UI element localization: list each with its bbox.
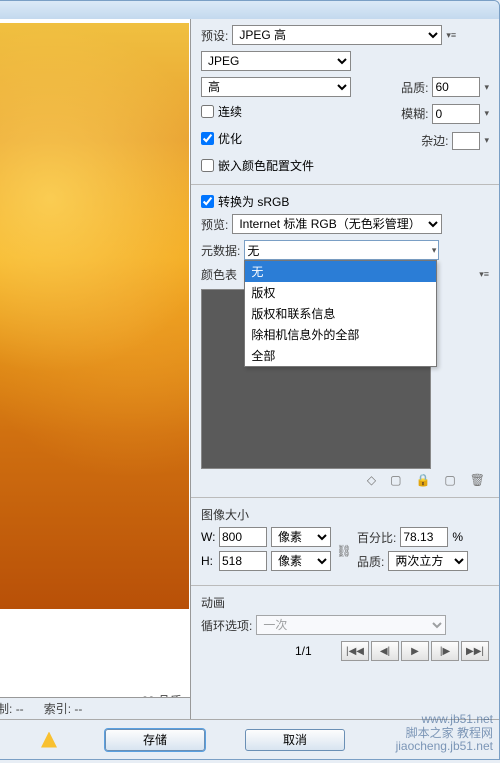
embed-profile-checkbox[interactable] (201, 159, 214, 172)
metadata-current: 无 (247, 242, 259, 259)
percent-label: 百分比: (357, 529, 396, 546)
percent-input[interactable] (400, 527, 448, 547)
prev-frame-button[interactable]: ◀| (371, 641, 399, 661)
play-button[interactable]: ▶ (401, 641, 429, 661)
metadata-option[interactable]: 无 (245, 261, 436, 282)
quality-label: 品质: (401, 79, 428, 96)
ct-lock-icon[interactable]: 🔒 (415, 473, 430, 487)
embed-profile-label: 嵌入颜色配置文件 (218, 157, 314, 174)
blur-label: 模糊: (401, 105, 428, 122)
titlebar (0, 1, 499, 19)
blur-stepper-icon[interactable]: ▾ (484, 108, 489, 119)
status-index-value: -- (74, 702, 82, 716)
chevron-down-icon: ▾ (432, 245, 437, 256)
ct-delete-icon[interactable]: 🗑 (470, 473, 485, 487)
percent-unit: % (452, 530, 463, 544)
quality-input[interactable] (432, 77, 480, 97)
watermark: www.jb51.net 脚本之家 教程网 jiaocheng.jb51.net (396, 713, 493, 753)
status-index-label: 索引: (44, 702, 71, 716)
continuous-checkbox[interactable] (201, 105, 214, 118)
ct-icon[interactable]: ▢ (390, 473, 401, 487)
height-label: H: (201, 554, 215, 568)
colortable-toolbar: ◇ ▢ 🔒 ▢ 🗑 (201, 473, 489, 487)
convert-srgb-checkbox[interactable] (201, 195, 214, 208)
optimize-checkbox[interactable] (201, 132, 214, 145)
left-column: 60 品质 制: -- 索引: -- (0, 19, 191, 719)
warning-icon (41, 732, 57, 748)
status-zhi-value: -- (16, 702, 24, 716)
metadata-option[interactable]: 版权 (245, 282, 436, 303)
animation-label: 动画 (201, 594, 489, 611)
imagesize-label: 图像大小 (201, 506, 489, 523)
preview-select[interactable]: Internet 标准 RGB（无色彩管理） (232, 214, 442, 234)
preset-select[interactable]: JPEG 高 (232, 25, 442, 45)
ct-new-icon[interactable]: ▢ (444, 473, 455, 487)
cancel-button[interactable]: 取消 (245, 729, 345, 751)
link-icon[interactable]: ⛓ (337, 534, 351, 568)
preset-label: 预设: (201, 27, 228, 44)
metadata-dropdown[interactable]: 无▾ 无 版权 版权和联系信息 除相机信息外的全部 全部 (244, 240, 439, 260)
quality-stepper-icon[interactable]: ▾ (484, 82, 489, 93)
optimize-label: 优化 (218, 130, 242, 147)
matte-swatch[interactable] (452, 132, 480, 150)
height-input[interactable] (219, 551, 267, 571)
preview-select-label: 预览: (201, 216, 228, 233)
next-frame-button[interactable]: |▶ (431, 641, 459, 661)
status-zhi-label: 制: (0, 702, 12, 716)
loop-select: 一次 (256, 615, 446, 635)
last-frame-button[interactable]: ▶▶| (461, 641, 489, 661)
resample-quality-label: 品质: (357, 553, 384, 570)
compression-select[interactable]: 高 (201, 77, 351, 97)
continuous-label: 连续 (218, 103, 242, 120)
width-label: W: (201, 530, 215, 544)
dialog-window: 60 品质 制: -- 索引: -- 预设: JPEG 高 ▾≡ JPEG 高 … (0, 0, 500, 760)
matte-label: 杂边: (421, 132, 448, 149)
save-button[interactable]: 存储 (105, 729, 205, 751)
format-select[interactable]: JPEG (201, 51, 351, 71)
convert-srgb-label: 转换为 sRGB (218, 193, 289, 210)
frame-counter: 1/1 (295, 644, 312, 658)
metadata-option[interactable]: 全部 (245, 345, 436, 366)
ct-icon[interactable]: ◇ (367, 473, 376, 487)
image-preview[interactable] (0, 23, 189, 609)
colortable-menu-icon[interactable]: ▾≡ (479, 269, 489, 280)
loop-label: 循环选项: (201, 617, 252, 634)
width-unit-select[interactable]: 像素 (271, 527, 331, 547)
metadata-dropdown-list: 无 版权 版权和联系信息 除相机信息外的全部 全部 (244, 260, 437, 367)
metadata-option[interactable]: 除相机信息外的全部 (245, 324, 436, 345)
width-input[interactable] (219, 527, 267, 547)
first-frame-button[interactable]: |◀◀ (341, 641, 369, 661)
preview-statusbar: 制: -- 索引: -- (0, 697, 190, 719)
blur-input[interactable] (432, 104, 480, 124)
matte-dropdown-icon[interactable]: ▾ (484, 135, 489, 146)
resample-select[interactable]: 两次立方 (388, 551, 468, 571)
preset-menu-icon[interactable]: ▾≡ (446, 30, 456, 41)
settings-panel: 预设: JPEG 高 ▾≡ JPEG 高 品质: ▾ 连续 模糊: ▾ (191, 19, 499, 719)
height-unit-select[interactable]: 像素 (271, 551, 331, 571)
metadata-label: 元数据: (201, 242, 240, 259)
metadata-option[interactable]: 版权和联系信息 (245, 303, 436, 324)
colortable-label: 颜色表 (201, 266, 237, 283)
